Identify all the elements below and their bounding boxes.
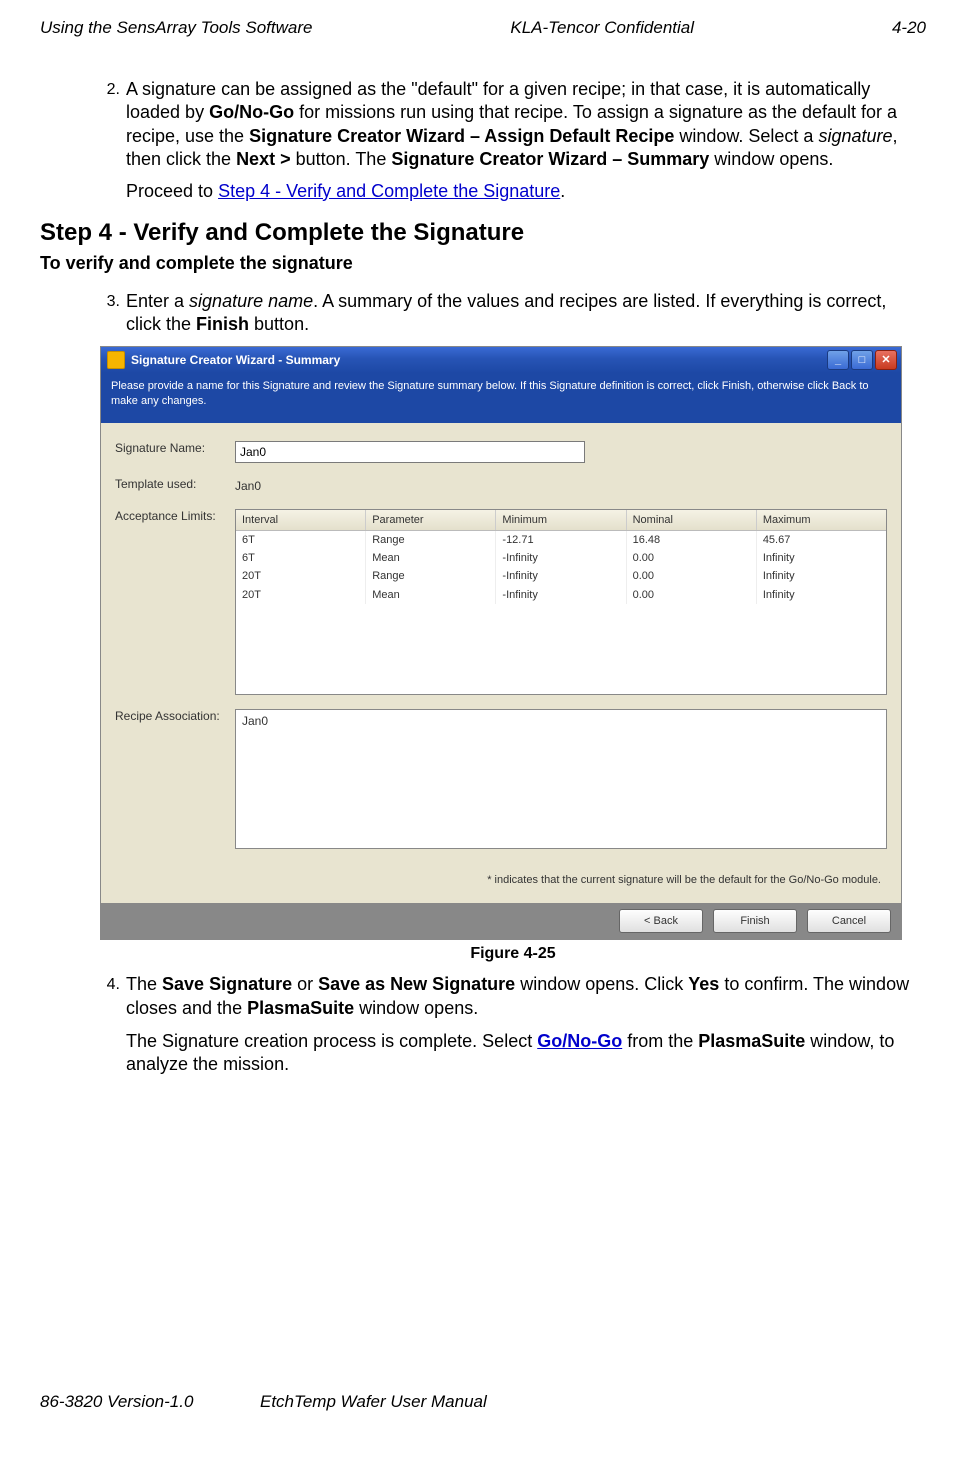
text: window opens.: [354, 998, 478, 1018]
subheading: To verify and complete the signature: [40, 252, 926, 275]
text-italic: signature: [818, 126, 892, 146]
running-footer: 86-3820 Version-1.0 EtchTemp Wafer User …: [40, 1392, 926, 1412]
table-row: 6T Range -12.71 16.48 45.67: [236, 531, 886, 549]
wizard-window: Signature Creator Wizard - Summary _ □ ✕…: [100, 346, 902, 940]
figure-4-25: Signature Creator Wizard - Summary _ □ ✕…: [100, 346, 926, 965]
text-bold: PlasmaSuite: [247, 998, 354, 1018]
link-go-no-go[interactable]: Go/No-Go: [537, 1031, 622, 1051]
text: The: [126, 974, 162, 994]
header-left: Using the SensArray Tools Software: [40, 18, 312, 38]
text: Enter a: [126, 291, 189, 311]
text: window. Select a: [674, 126, 818, 146]
text-bold: PlasmaSuite: [698, 1031, 805, 1051]
list-number: 4.: [100, 973, 120, 1077]
wizard-button-bar: < Back Finish Cancel: [101, 903, 901, 939]
instruction-text: Please provide a name for this Signature…: [101, 373, 901, 423]
label-acceptance-limits: Acceptance Limits:: [115, 509, 235, 525]
text-bold: Yes: [688, 974, 719, 994]
header-center: KLA-Tencor Confidential: [510, 18, 694, 38]
text-bold: Next >: [236, 149, 291, 169]
app-icon: [107, 351, 125, 369]
window-title: Signature Creator Wizard - Summary: [131, 353, 827, 369]
list-item-3: 3. Enter a signature name. A summary of …: [100, 290, 926, 337]
table-row: 20T Mean -Infinity 0.00 Infinity: [236, 586, 886, 604]
list-item-2: 2. A signature can be assigned as the "d…: [100, 78, 926, 203]
text: .: [560, 181, 565, 201]
signature-name-input[interactable]: [235, 441, 585, 463]
label-signature-name: Signature Name:: [115, 441, 235, 457]
text-bold: Save Signature: [162, 974, 292, 994]
list-item-4: 4. The Save Signature or Save as New Sig…: [100, 973, 926, 1077]
recipe-item: Jan0: [242, 714, 880, 730]
text-bold: Signature Creator Wizard – Assign Defaul…: [249, 126, 674, 146]
text: The Signature creation process is comple…: [126, 1031, 537, 1051]
col-parameter: Parameter: [366, 510, 496, 530]
text: button. The: [291, 149, 392, 169]
text: or: [292, 974, 318, 994]
text-italic: signature name: [189, 291, 313, 311]
text: Proceed to: [126, 181, 218, 201]
text: from the: [622, 1031, 698, 1051]
text: window opens.: [709, 149, 833, 169]
link-step4[interactable]: Step 4 - Verify and Complete the Signatu…: [218, 181, 560, 201]
close-button[interactable]: ✕: [875, 350, 897, 370]
label-template-used: Template used:: [115, 477, 235, 493]
col-nominal: Nominal: [627, 510, 757, 530]
text-bold: Finish: [196, 314, 249, 334]
titlebar: Signature Creator Wizard - Summary _ □ ✕: [101, 347, 901, 373]
label-recipe-association: Recipe Association:: [115, 709, 235, 725]
list-number: 2.: [100, 78, 120, 203]
text-bold: Go/No-Go: [209, 102, 294, 122]
back-button[interactable]: < Back: [619, 909, 703, 933]
text: window opens. Click: [515, 974, 688, 994]
template-used-value: Jan0: [235, 477, 261, 495]
heading-step4: Step 4 - Verify and Complete the Signatu…: [40, 217, 926, 248]
text: button.: [249, 314, 309, 334]
cancel-button[interactable]: Cancel: [807, 909, 891, 933]
text-bold: Signature Creator Wizard – Summary: [391, 149, 709, 169]
text-bold: Save as New Signature: [318, 974, 515, 994]
table-row: 6T Mean -Infinity 0.00 Infinity: [236, 549, 886, 567]
col-maximum: Maximum: [757, 510, 886, 530]
figure-caption: Figure 4-25: [100, 944, 926, 965]
list-number: 3.: [100, 290, 120, 337]
footer-center: EtchTemp Wafer User Manual: [260, 1392, 926, 1412]
header-right: 4-20: [892, 18, 926, 38]
finish-button[interactable]: Finish: [713, 909, 797, 933]
recipe-association-list[interactable]: Jan0: [235, 709, 887, 849]
col-interval: Interval: [236, 510, 366, 530]
running-header: Using the SensArray Tools Software KLA-T…: [40, 18, 926, 38]
acceptance-limits-grid: Interval Parameter Minimum Nominal Maxim…: [235, 509, 887, 695]
col-minimum: Minimum: [496, 510, 626, 530]
table-row: 20T Range -Infinity 0.00 Infinity: [236, 567, 886, 585]
maximize-button[interactable]: □: [851, 350, 873, 370]
footer-left: 86-3820 Version-1.0: [40, 1392, 260, 1412]
default-hint-text: * indicates that the current signature w…: [115, 863, 887, 895]
minimize-button[interactable]: _: [827, 350, 849, 370]
